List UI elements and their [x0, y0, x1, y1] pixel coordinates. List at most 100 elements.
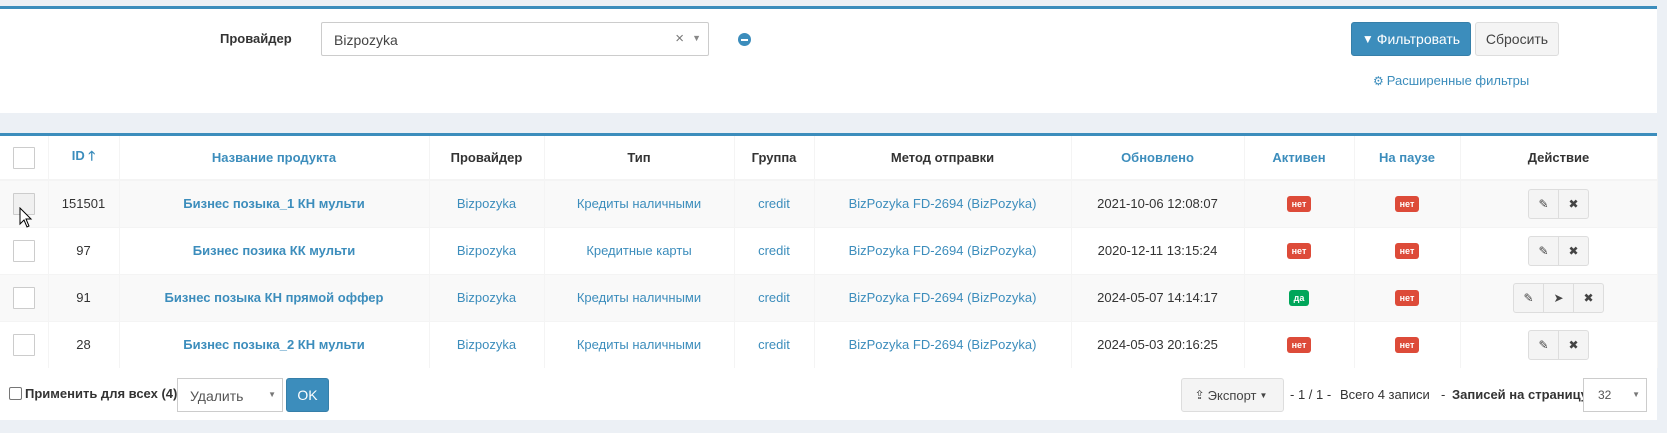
- header-id-label: ID: [71, 147, 85, 163]
- header-id[interactable]: ID 🡑: [48, 136, 120, 181]
- clear-icon[interactable]: ×: [675, 30, 684, 47]
- row-checkbox[interactable]: [12, 333, 35, 356]
- delete-button[interactable]: ✖: [1558, 188, 1589, 219]
- row-checkbox[interactable]: [12, 286, 35, 309]
- row-id: 91: [48, 273, 120, 321]
- reset-button[interactable]: Сбросить: [1475, 22, 1559, 56]
- row-type-link[interactable]: Кредиты наличными: [544, 320, 735, 368]
- advanced-filters-link[interactable]: ⚙ Расширенные фильтры: [1373, 73, 1529, 88]
- row-id: 28: [48, 320, 120, 368]
- header-updated[interactable]: Обновлено: [1071, 136, 1245, 181]
- delete-button[interactable]: ✖: [1558, 329, 1589, 360]
- cogs-icon: ⚙: [1373, 74, 1384, 88]
- row-name-link[interactable]: Бизнес позыка_2 КН мульти: [119, 320, 430, 368]
- row-provider-link[interactable]: Bizpozyka: [429, 273, 545, 321]
- ok-button[interactable]: OK: [286, 378, 329, 412]
- status-badge[interactable]: нет: [1286, 196, 1312, 213]
- filter-icon: ▼: [1361, 32, 1374, 46]
- times-icon: ✖: [1568, 196, 1579, 211]
- row-select-cell: [0, 320, 49, 368]
- status-badge[interactable]: нет: [1286, 337, 1312, 354]
- edit-button[interactable]: ✎: [1528, 188, 1559, 219]
- header-paused[interactable]: На паузе: [1354, 136, 1461, 181]
- edit-button[interactable]: ✎: [1513, 282, 1544, 313]
- row-checkbox[interactable]: [12, 239, 35, 262]
- delete-button[interactable]: ✖: [1558, 235, 1589, 266]
- row-group-link[interactable]: credit: [734, 273, 815, 321]
- row-name-link[interactable]: Бизнес позыка КН прямой оффер: [119, 273, 430, 321]
- filter-button[interactable]: ▼ Фильтровать: [1351, 22, 1471, 56]
- row-active-cell: да: [1244, 273, 1355, 321]
- header-action: Действие: [1460, 136, 1658, 181]
- apply-all-checkbox[interactable]: [9, 387, 22, 400]
- row-paused-cell: нет: [1354, 273, 1461, 321]
- status-badge[interactable]: нет: [1394, 243, 1420, 259]
- status-badge[interactable]: нет: [1286, 243, 1312, 259]
- row-paused-cell: нет: [1354, 226, 1461, 274]
- products-table: ID 🡑 Название продукта Провайдер Тип Гру…: [0, 136, 1658, 368]
- status-badge[interactable]: да: [1288, 290, 1310, 306]
- send-icon: ➤: [1553, 290, 1564, 305]
- header-name[interactable]: Название продукта: [119, 136, 430, 181]
- row-id: 97: [48, 226, 120, 274]
- row-active-cell: нет: [1244, 179, 1355, 227]
- select-all-cell: [0, 136, 49, 181]
- share-icon: ⇪: [1194, 388, 1205, 402]
- send-button[interactable]: ➤: [1543, 282, 1574, 313]
- row-method-link[interactable]: BizPozyka FD-2694 (BizPozyka): [814, 273, 1072, 321]
- row-group-link[interactable]: credit: [734, 179, 815, 227]
- delete-button[interactable]: ✖: [1573, 282, 1604, 313]
- provider-select[interactable]: Bizpozyka × ▼: [321, 22, 709, 56]
- table-row: 151501 Бизнес позыка_1 КН мульти Bizpozy…: [0, 179, 1658, 227]
- export-button[interactable]: ⇪ Экспорт ▼: [1181, 378, 1284, 412]
- filter-button-label: Фильтровать: [1376, 31, 1461, 47]
- apply-all-label: Применить для всех (4): [25, 386, 178, 401]
- filter-panel: Провайдер Bizpozyka × ▼ ▼ Фильтровать Сбр…: [0, 6, 1657, 113]
- header-provider: Провайдер: [429, 136, 545, 181]
- times-icon: ✖: [1583, 290, 1594, 305]
- row-provider-link[interactable]: Bizpozyka: [429, 226, 545, 274]
- edit-button[interactable]: ✎: [1528, 235, 1559, 266]
- status-badge[interactable]: нет: [1394, 290, 1420, 306]
- header-group: Группа: [734, 136, 815, 181]
- row-actions: ✎ ➤ ✖: [1460, 273, 1658, 321]
- row-actions: ✎ ✖: [1460, 179, 1658, 227]
- row-type-link[interactable]: Кредитные карты: [544, 226, 735, 274]
- remove-filter-icon[interactable]: [738, 33, 751, 46]
- caret-down-icon: ▼: [268, 390, 276, 399]
- per-page-select[interactable]: 32 ▼: [1583, 378, 1647, 412]
- row-method-link[interactable]: BizPozyka FD-2694 (BizPozyka): [814, 226, 1072, 274]
- row-type-link[interactable]: Кредиты наличными: [544, 179, 735, 227]
- edit-button[interactable]: ✎: [1528, 329, 1559, 360]
- pencil-icon: ✎: [1523, 290, 1534, 305]
- row-select-cell: [0, 226, 49, 274]
- row-updated: 2021-10-06 12:08:07: [1071, 179, 1245, 227]
- row-name-link[interactable]: Бизнес позыка_1 КН мульти: [119, 179, 430, 227]
- provider-select-value: Bizpozyka: [334, 32, 398, 48]
- row-active-cell: нет: [1244, 320, 1355, 368]
- row-group-link[interactable]: credit: [734, 320, 815, 368]
- row-updated: 2024-05-07 14:14:17: [1071, 273, 1245, 321]
- sort-asc-icon: 🡑: [88, 147, 96, 163]
- select-all-checkbox[interactable]: [12, 146, 35, 169]
- row-group-link[interactable]: credit: [734, 226, 815, 274]
- bulk-action-select[interactable]: Удалить ▼: [177, 378, 283, 412]
- row-name-link[interactable]: Бизнес позика КК мульти: [119, 226, 430, 274]
- table-row: 91 Бизнес позыка КН прямой оффер Bizpozy…: [0, 273, 1658, 321]
- status-badge[interactable]: нет: [1394, 196, 1420, 213]
- row-method-link[interactable]: BizPozyka FD-2694 (BizPozyka): [814, 320, 1072, 368]
- caret-down-icon: ▼: [1259, 390, 1268, 400]
- row-provider-link[interactable]: Bizpozyka: [429, 179, 545, 227]
- header-active[interactable]: Активен: [1244, 136, 1355, 181]
- table-header-row: ID 🡑 Название продукта Провайдер Тип Гру…: [0, 136, 1658, 181]
- row-type-link[interactable]: Кредиты наличными: [544, 273, 735, 321]
- row-provider-link[interactable]: Bizpozyka: [429, 320, 545, 368]
- row-method-link[interactable]: BizPozyka FD-2694 (BizPozyka): [814, 179, 1072, 227]
- times-icon: ✖: [1568, 337, 1579, 352]
- row-select-cell: [0, 273, 49, 321]
- row-actions: ✎ ✖: [1460, 226, 1658, 274]
- status-badge[interactable]: нет: [1394, 337, 1420, 354]
- advanced-filters-label: Расширенные фильтры: [1386, 73, 1530, 88]
- table-row: 28 Бизнес позыка_2 КН мульти Bizpozyka К…: [0, 320, 1658, 368]
- pencil-icon: ✎: [1538, 243, 1549, 258]
